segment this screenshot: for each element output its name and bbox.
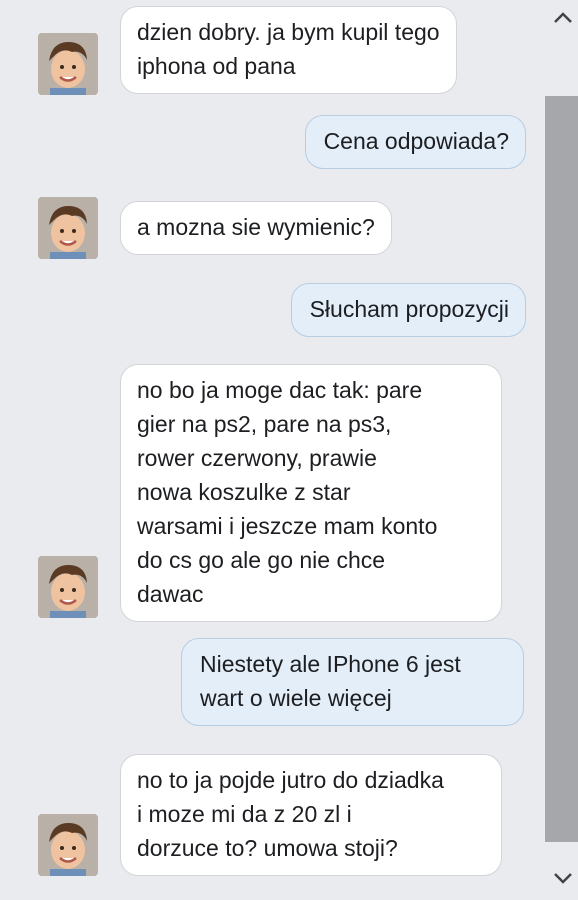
sender-avatar[interactable] xyxy=(38,197,98,259)
incoming-message: a mozna sie wymienic? xyxy=(120,201,392,255)
child-avatar-icon xyxy=(38,556,98,618)
child-avatar-icon xyxy=(38,814,98,876)
chevron-down-icon xyxy=(554,873,572,884)
child-avatar-icon xyxy=(38,33,98,95)
scroll-up-button[interactable] xyxy=(548,4,578,32)
sender-avatar[interactable] xyxy=(38,33,98,95)
scrollbar-thumb[interactable] xyxy=(545,96,578,842)
child-avatar-icon xyxy=(38,197,98,259)
chat-window: dzien dobry. ja bym kupil tego iphona od… xyxy=(0,0,578,900)
incoming-message: no to ja pojde jutro do dziadka i moze m… xyxy=(120,754,502,876)
sender-avatar[interactable] xyxy=(38,556,98,618)
chevron-up-icon xyxy=(554,12,572,23)
outgoing-message: Słucham propozycji xyxy=(290,283,526,337)
outgoing-message: Niestety ale IPhone 6 jest wart o wiele … xyxy=(181,638,524,726)
incoming-message: no bo ja moge dac tak: pare gier na ps2,… xyxy=(120,364,502,622)
outgoing-message: Cena odpowiada? xyxy=(304,115,526,169)
sender-avatar[interactable] xyxy=(38,814,98,876)
incoming-message: dzien dobry. ja bym kupil tego iphona od… xyxy=(120,6,457,94)
scroll-down-button[interactable] xyxy=(548,864,578,892)
